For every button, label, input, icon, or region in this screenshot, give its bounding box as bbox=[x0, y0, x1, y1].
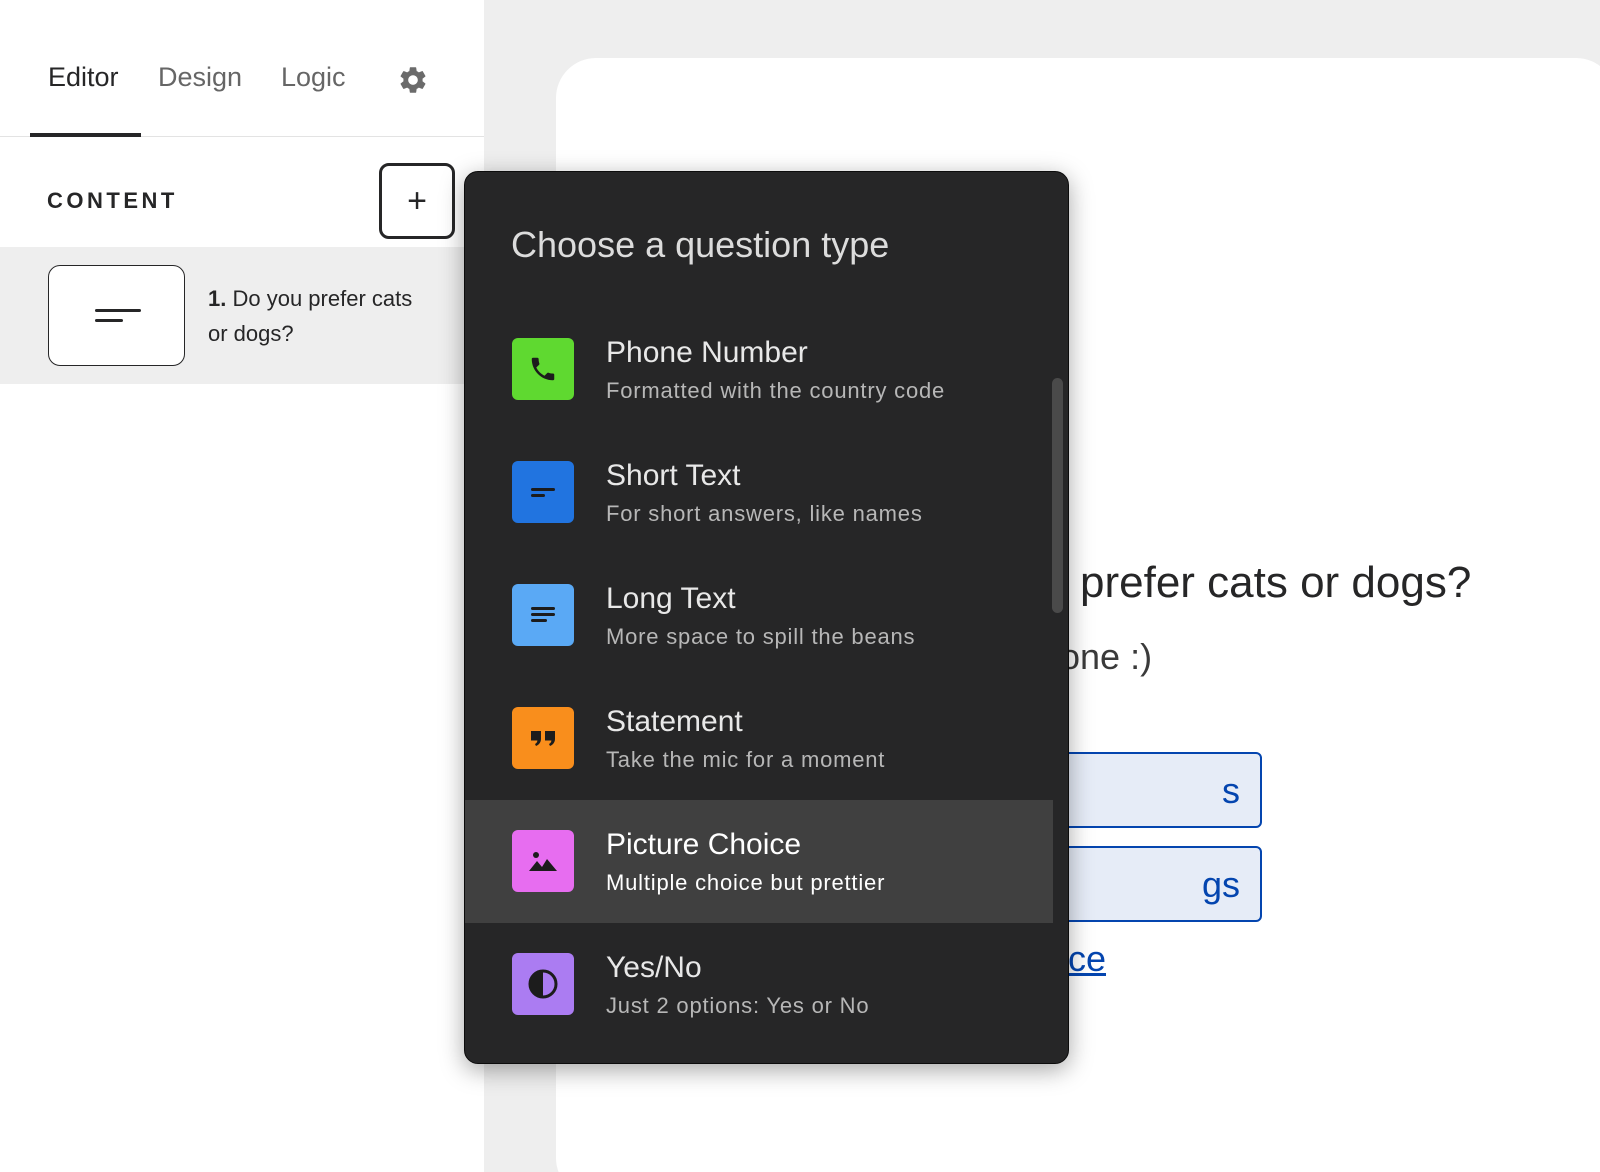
active-tab-indicator bbox=[30, 133, 141, 137]
preview-question-description: one :) bbox=[1060, 636, 1153, 677]
tab-design[interactable]: Design bbox=[158, 62, 242, 93]
image-icon bbox=[512, 830, 574, 892]
question-list-item[interactable]: 1. Do you prefer cats or dogs? bbox=[0, 247, 484, 384]
menu-scrollbar[interactable] bbox=[1052, 378, 1063, 613]
add-question-button[interactable]: + bbox=[379, 163, 455, 239]
left-panel: Editor Design Logic CONTENT + 1. Do you … bbox=[0, 0, 484, 1172]
long-text-icon bbox=[512, 584, 574, 646]
tab-logic[interactable]: Logic bbox=[281, 62, 346, 93]
menu-item-yes-no[interactable]: Yes/No Just 2 options: Yes or No bbox=[465, 923, 1053, 1046]
preview-question-title: prefer cats or dogs? bbox=[1080, 558, 1472, 607]
short-text-icon bbox=[512, 461, 574, 523]
short-text-icon bbox=[48, 265, 185, 366]
menu-item-phone-number[interactable]: Phone Number Formatted with the country … bbox=[465, 308, 1053, 431]
tab-bar: Editor Design Logic bbox=[0, 0, 484, 137]
question-label: 1. Do you prefer cats or dogs? bbox=[208, 281, 418, 351]
tab-editor[interactable]: Editor bbox=[48, 62, 119, 93]
gear-icon[interactable] bbox=[397, 64, 429, 96]
question-type-menu: Choose a question type Phone Number Form… bbox=[464, 171, 1069, 1064]
yes-no-icon bbox=[512, 953, 574, 1015]
menu-title: Choose a question type bbox=[511, 224, 890, 265]
plus-icon: + bbox=[407, 182, 427, 220]
menu-item-statement[interactable]: Statement Take the mic for a moment bbox=[465, 677, 1053, 800]
menu-item-picture-choice[interactable]: Picture Choice Multiple choice but prett… bbox=[465, 800, 1053, 923]
quote-icon bbox=[512, 707, 574, 769]
question-text: Do you prefer cats or dogs? bbox=[208, 286, 413, 346]
question-number: 1. bbox=[208, 286, 227, 311]
phone-icon bbox=[512, 338, 574, 400]
menu-item-short-text[interactable]: Short Text For short answers, like names bbox=[465, 431, 1053, 554]
content-section-label: CONTENT bbox=[47, 188, 178, 213]
menu-item-long-text[interactable]: Long Text More space to spill the beans bbox=[465, 554, 1053, 677]
